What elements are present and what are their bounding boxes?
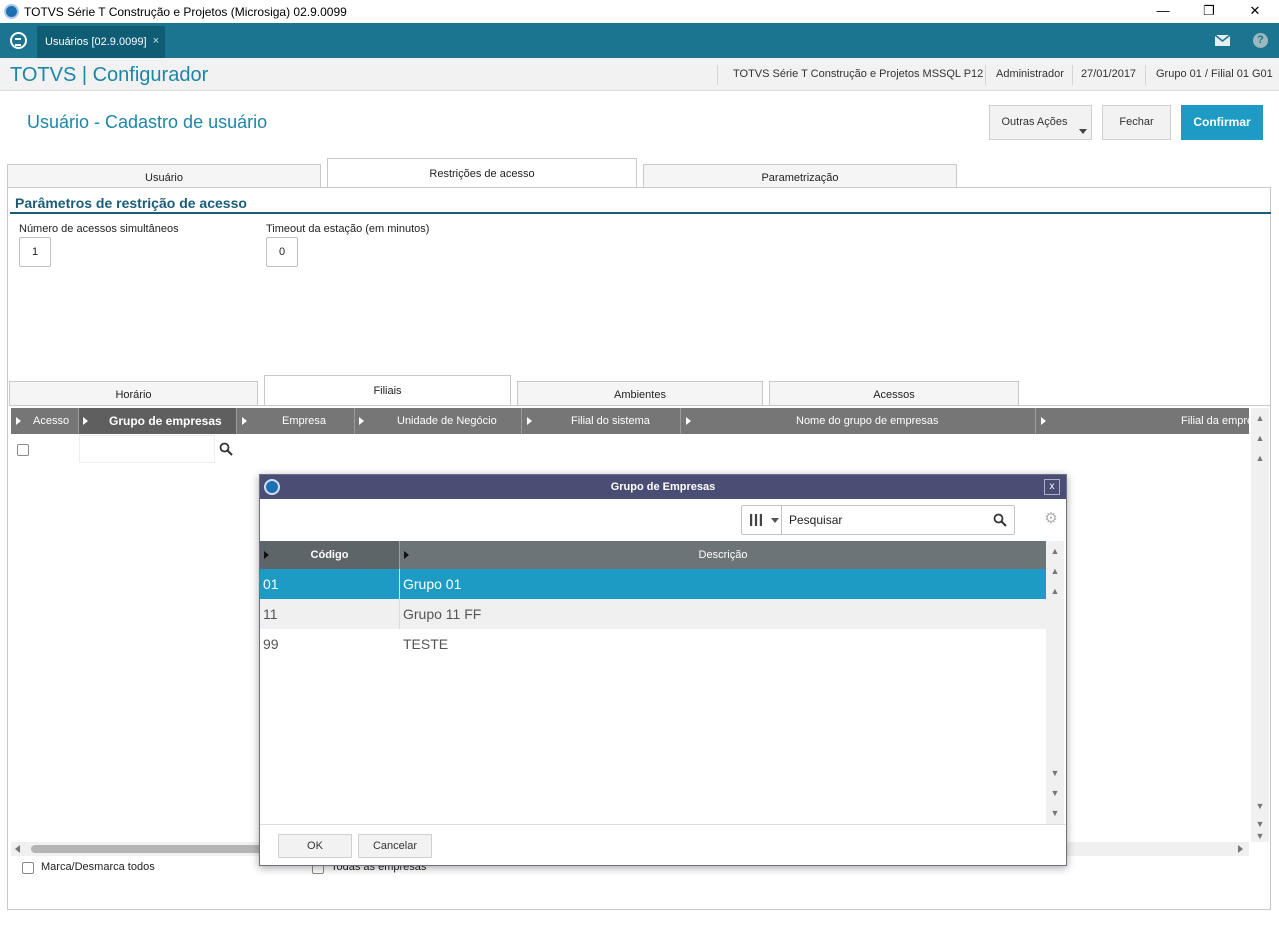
table-row[interactable]: 99 TESTE xyxy=(260,629,1046,659)
ok-button[interactable]: OK xyxy=(278,834,352,858)
scroll-right-icon[interactable] xyxy=(1238,845,1243,853)
timeout-input[interactable]: 0 xyxy=(266,237,298,267)
scroll-bottom-icon[interactable]: ▼ xyxy=(1047,807,1063,819)
caret-down-icon xyxy=(771,518,779,523)
minimize-button[interactable]: — xyxy=(1140,0,1186,23)
simultaneous-access-label: Número de acessos simultâneos xyxy=(19,223,179,235)
col-codigo[interactable]: Código xyxy=(260,541,399,569)
grid-vertical-scrollbar[interactable]: ▲ ▲ ▲ ▼ ▼ ▼ xyxy=(1251,408,1269,842)
page-title: Usuário - Cadastro de usuário xyxy=(27,112,268,132)
scroll-page-down-icon[interactable]: ▼ xyxy=(1047,787,1063,799)
app-icon xyxy=(4,4,19,19)
date-label: 27/01/2017 xyxy=(1081,68,1137,80)
simultaneous-access-input[interactable]: 1 xyxy=(19,237,51,267)
tab-close-icon[interactable]: × xyxy=(153,35,159,47)
col-grupo-de-empresas[interactable]: Grupo de empresas xyxy=(79,408,236,434)
toggle-all-label: Marca/Desmarca todos xyxy=(41,861,155,873)
company-group-input[interactable] xyxy=(79,435,215,463)
col-filial-do-sistema[interactable]: Filial do sistema xyxy=(571,408,650,434)
tab-parametrizacao[interactable]: Parametrização xyxy=(643,164,957,188)
branch-label: Grupo 01 / Filial 01 G01 xyxy=(1156,68,1273,80)
caret-down-icon xyxy=(1079,129,1087,134)
dialog-close-button[interactable]: x xyxy=(1044,479,1060,495)
col-codigo-label: Código xyxy=(310,549,349,561)
columns-icon xyxy=(750,514,762,526)
col-empresa[interactable]: Empresa xyxy=(282,408,326,434)
col-grupo-de-empresas-label: Grupo de empresas xyxy=(109,414,222,428)
environment-label: TOTVS Série T Construção e Projetos MSSQ… xyxy=(733,68,984,80)
help-icon[interactable]: ? xyxy=(1253,33,1268,48)
table-row[interactable]: 11 Grupo 11 FF xyxy=(260,599,1046,629)
row-code: 11 xyxy=(263,606,278,622)
subtab-ambientes[interactable]: Ambientes xyxy=(517,381,763,406)
timeout-label: Timeout da estação (em minutos) xyxy=(266,223,430,235)
scroll-page-up-icon[interactable]: ▲ xyxy=(1252,432,1268,444)
row-access-checkbox[interactable] xyxy=(17,444,29,456)
scroll-bottom-icon[interactable]: ▼ xyxy=(1252,830,1268,842)
scroll-up-icon[interactable]: ▲ xyxy=(1252,452,1268,464)
col-acesso[interactable]: Acesso xyxy=(33,408,69,434)
section-divider xyxy=(10,212,1271,214)
table-row[interactable]: 01 Grupo 01 xyxy=(260,569,1046,599)
app-tabbar: Usuários [02.9.0099] × ? xyxy=(0,23,1279,58)
col-nome-do-grupo[interactable]: Nome do grupo de empresas xyxy=(796,408,938,434)
row-description: Grupo 01 xyxy=(403,576,462,592)
col-unidade-de-negocio[interactable]: Unidade de Negócio xyxy=(397,408,497,434)
scroll-down-icon[interactable]: ▼ xyxy=(1252,800,1268,812)
scroll-top-icon[interactable]: ▲ xyxy=(1252,412,1268,424)
row-description: Grupo 11 FF xyxy=(403,606,482,622)
dialog-grid-header: Código Descrição xyxy=(260,541,1046,569)
section-title: Parâmetros de restrição de acesso xyxy=(15,195,247,211)
page-header: TOTVS | Configurador TOTVS Série T Const… xyxy=(0,58,1279,91)
gear-icon[interactable]: ⚙ xyxy=(1043,511,1059,527)
confirm-button[interactable]: Confirmar xyxy=(1181,105,1263,140)
user-label: Administrador xyxy=(996,68,1064,80)
brand-title: TOTVS | Configurador xyxy=(10,64,209,86)
horizontal-scroll-thumb[interactable] xyxy=(31,845,263,853)
scroll-page-down-icon[interactable]: ▼ xyxy=(1252,818,1268,830)
mail-icon[interactable] xyxy=(1214,34,1231,46)
tab-usuario[interactable]: Usuário xyxy=(7,164,321,188)
close-button[interactable]: Fechar xyxy=(1102,105,1171,140)
dialog-search-icon[interactable] xyxy=(993,513,1007,527)
subtab-filiais[interactable]: Filiais xyxy=(264,375,511,406)
dialog-search-box: Pesquisar xyxy=(741,505,1015,535)
dialog-app-icon xyxy=(264,479,280,495)
column-filter-button[interactable] xyxy=(742,506,782,534)
more-actions-button[interactable]: Outras Ações xyxy=(989,105,1092,140)
tab-usuarios-label: Usuários [02.9.0099] xyxy=(45,36,147,48)
col-filial-da-empresa[interactable]: Filial da empre xyxy=(1181,408,1249,434)
tab-usuarios[interactable]: Usuários [02.9.0099] × xyxy=(37,26,165,58)
subtab-acessos[interactable]: Acessos xyxy=(769,381,1019,406)
company-group-dialog: Grupo de Empresas x Pesquisar ⚙ Código D… xyxy=(259,474,1067,866)
row-code: 01 xyxy=(263,576,279,592)
search-icon[interactable] xyxy=(219,442,233,456)
totvs-logo-icon[interactable] xyxy=(10,32,27,49)
window-titlebar: TOTVS Série T Construção e Projetos (Mic… xyxy=(0,0,1279,23)
dialog-title: Grupo de Empresas xyxy=(260,475,1066,499)
restore-button[interactable]: ❐ xyxy=(1186,0,1232,23)
dialog-search-input[interactable]: Pesquisar xyxy=(789,513,842,527)
scroll-up-icon[interactable]: ▲ xyxy=(1047,585,1063,597)
dialog-vertical-scrollbar[interactable]: ▲ ▲ ▲ ▼ ▼ ▼ xyxy=(1046,541,1064,824)
branches-grid-header: Acesso Grupo de empresas Empresa Unidade… xyxy=(11,408,1249,434)
dialog-footer-divider xyxy=(260,824,1066,825)
window-close-button[interactable]: ✕ xyxy=(1232,0,1278,23)
subtab-horario[interactable]: Horário xyxy=(9,381,258,406)
row-code: 99 xyxy=(263,636,279,652)
scroll-page-up-icon[interactable]: ▲ xyxy=(1047,565,1063,577)
scroll-down-icon[interactable]: ▼ xyxy=(1047,767,1063,779)
scroll-left-icon[interactable] xyxy=(15,845,20,853)
toggle-all-checkbox[interactable] xyxy=(22,862,34,874)
more-actions-label: Outras Ações xyxy=(1001,116,1068,128)
scroll-top-icon[interactable]: ▲ xyxy=(1047,545,1063,557)
cancel-button[interactable]: Cancelar xyxy=(358,834,432,858)
row-description: TESTE xyxy=(403,636,449,652)
tab-restricoes-de-acesso[interactable]: Restrições de acesso xyxy=(327,158,637,188)
col-descricao[interactable]: Descrição xyxy=(400,541,1046,569)
window-title: TOTVS Série T Construção e Projetos (Mic… xyxy=(24,5,347,19)
